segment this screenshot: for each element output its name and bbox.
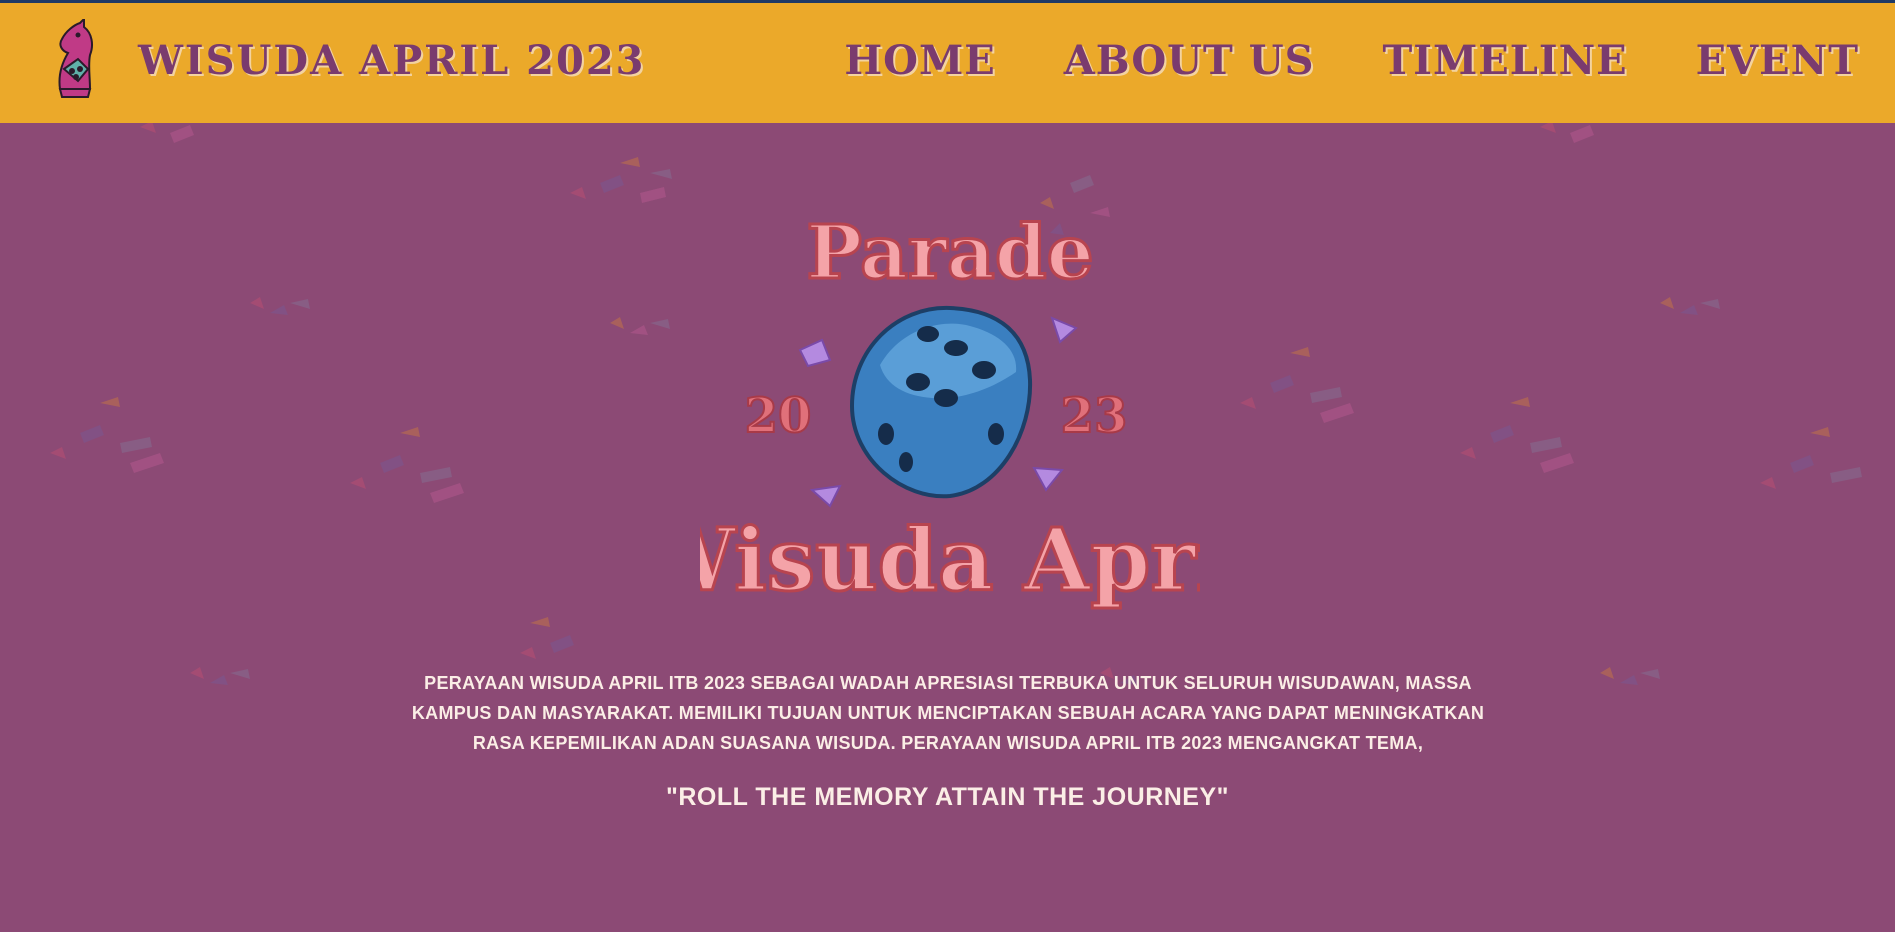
sparkle-shape [1050, 316, 1078, 344]
nav-timeline[interactable]: TIMELINE [1383, 37, 1628, 84]
confetti-cluster [350, 427, 464, 503]
hero-logo: Parade 20 23 Wisuda April [637, 200, 1263, 640]
confetti-cluster [520, 617, 574, 659]
confetti-cluster [250, 297, 310, 315]
confetti-cluster [1660, 297, 1720, 315]
confetti-cluster [570, 157, 672, 203]
site-title[interactable]: WISUDA APRIL 2023 [138, 37, 646, 84]
confetti-cluster [1600, 667, 1660, 685]
nav-event[interactable]: EVENT [1696, 37, 1859, 84]
theme-tagline: "ROLL THE MEMORY ATTAIN THE JOURNEY" [665, 783, 1230, 811]
parade-wisuda-april-logo: Parade 20 23 Wisuda April [637, 209, 1263, 613]
year-left: 20 [745, 388, 812, 444]
confetti-cluster [1760, 427, 1862, 489]
nav-about-us[interactable]: ABOUT US [1064, 37, 1315, 84]
sparkle-shape [1032, 466, 1064, 492]
confetti-cluster [1540, 123, 1594, 143]
confetti-cluster [190, 667, 250, 685]
chess-knight-icon[interactable] [48, 19, 100, 105]
sparkle-shape [798, 338, 832, 368]
sparkle-shape [809, 484, 842, 508]
main-nav: HOME ABOUT US TIMELINE EVENT [844, 37, 1859, 84]
site-header: WISUDA APRIL 2023 HOME ABOUT US TIMELINE… [0, 3, 1895, 123]
confetti-cluster [140, 123, 194, 143]
description-text: PERAYAAN WISUDA APRIL ITB 2023 SEBAGAI W… [411, 673, 1485, 753]
confetti-cluster [50, 397, 164, 473]
year-right: 23 [1061, 388, 1128, 444]
logo-top-text: Parade [806, 210, 1093, 296]
confetti-cluster [1460, 397, 1574, 473]
confetti-cluster [1240, 347, 1354, 423]
logo-bottom-text: Wisuda April [700, 510, 1200, 611]
nav-home[interactable]: HOME [844, 37, 995, 84]
confetti-cluster [610, 317, 670, 335]
dice-icon [849, 305, 1033, 499]
